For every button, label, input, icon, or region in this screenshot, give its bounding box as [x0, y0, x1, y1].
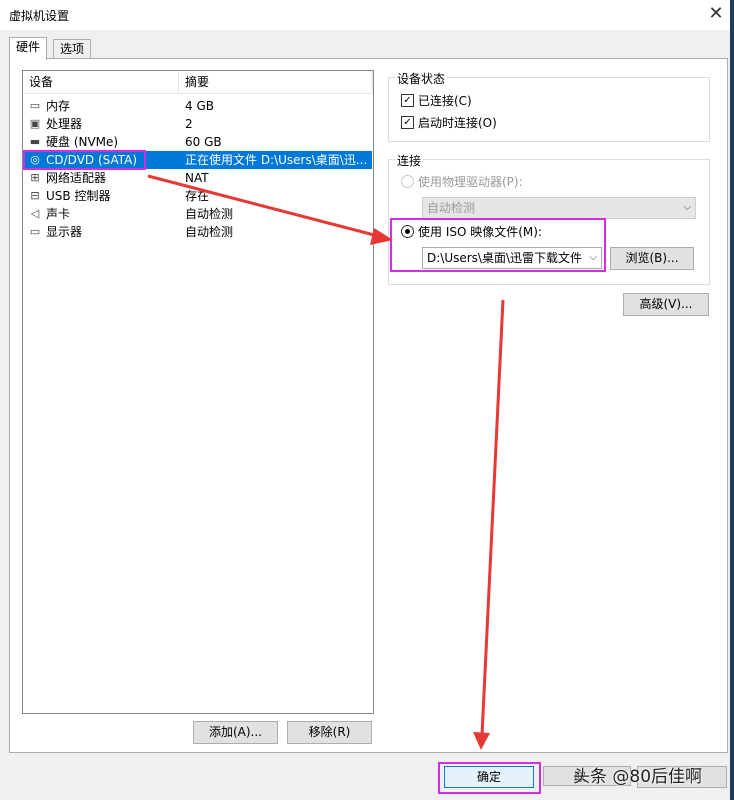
arrow-line-to-ok [480, 299, 505, 736]
annotation-arrows [147, 174, 505, 750]
tab-hardware[interactable]: 硬件 [9, 37, 48, 60]
arrow-line-to-iso [147, 174, 379, 238]
watermark: 头条 @80后佳啊 [573, 767, 703, 787]
arrow-head-to-iso [370, 228, 393, 245]
arrow-head-to-ok [473, 732, 490, 750]
